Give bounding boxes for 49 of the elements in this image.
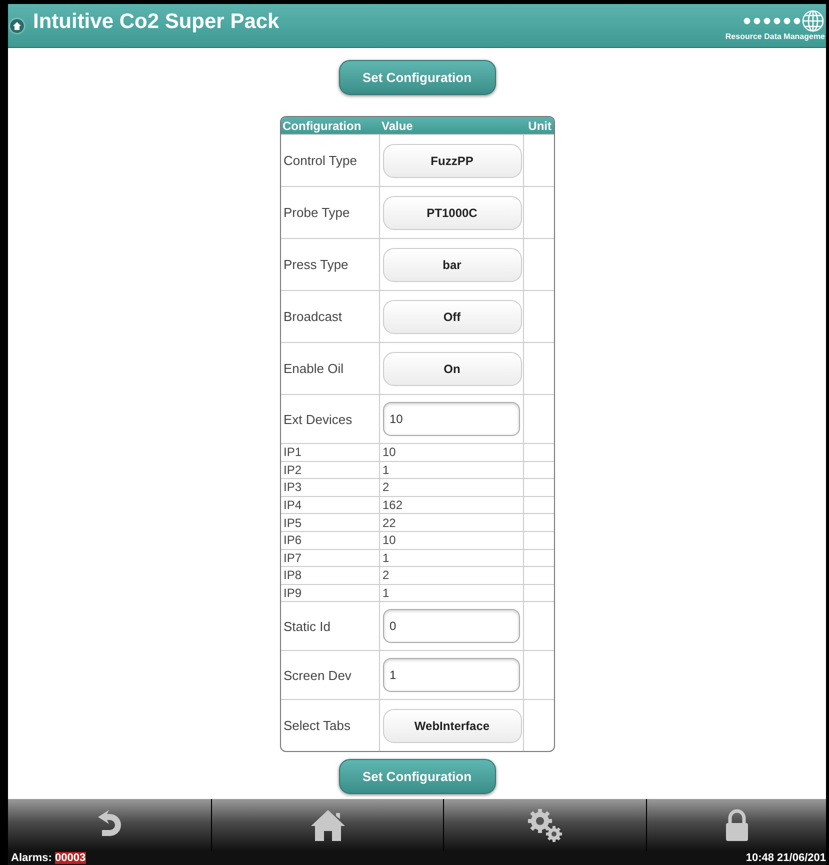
row-label: IP2 — [284, 462, 302, 478]
app-title: Intuitive Co2 Super Pack — [33, 10, 280, 34]
row-label: Screen Dev — [284, 668, 352, 683]
row-label: IP7 — [284, 550, 302, 566]
value-button[interactable]: WebInterface — [382, 708, 522, 743]
alarms-label: Alarms: — [11, 852, 52, 864]
row-label: IP9 — [284, 585, 302, 602]
value-text: 10 — [382, 444, 396, 460]
date-time: 10:48 21/06/201 — [746, 852, 826, 864]
row-label: IP4 — [284, 497, 302, 514]
row-label: Enable Oil — [284, 361, 344, 376]
gears-icon[interactable] — [526, 807, 564, 843]
row-label: IP1 — [284, 444, 302, 460]
row-label: Select Tabs — [284, 718, 350, 734]
row-label: Probe Type — [284, 205, 350, 220]
row-label: IP3 — [284, 479, 302, 496]
row-label: IP6 — [284, 532, 302, 548]
input-field[interactable]: 0 — [382, 609, 520, 644]
value-button[interactable]: Off — [382, 300, 522, 334]
row-label: Control Type — [284, 153, 357, 168]
input-field[interactable]: 10 — [382, 402, 520, 436]
row-label: Static Id — [284, 618, 330, 634]
row-label: Ext Devices — [284, 412, 352, 426]
row-label: IP5 — [284, 514, 302, 531]
value-button[interactable]: On — [382, 352, 522, 386]
lock-icon[interactable] — [724, 808, 750, 842]
value-text: 162 — [382, 497, 403, 514]
value-text: 1 — [382, 462, 390, 478]
input-field[interactable]: 1 — [382, 658, 520, 692]
column-header: Value — [380, 118, 414, 132]
home-icon[interactable] — [10, 18, 24, 32]
alarm-count: 00003 — [54, 852, 86, 864]
value-text: 10 — [382, 532, 396, 548]
value-text: 1 — [382, 550, 390, 566]
value-button[interactable]: PT1000C — [382, 196, 522, 230]
column-header: Configuration — [282, 118, 362, 132]
column-header: Unit — [527, 118, 552, 132]
logo-text: Resource Data Manageme — [725, 32, 825, 41]
value-button[interactable]: FuzzPP — [382, 144, 522, 178]
row-label: IP8 — [284, 567, 302, 584]
row-label: Broadcast — [284, 309, 342, 324]
value-text: 2 — [382, 479, 390, 496]
dots-globe-logo-icon — [741, 10, 825, 32]
home-icon[interactable] — [308, 808, 346, 842]
row-label: Press Type — [284, 257, 348, 272]
value-text: 1 — [382, 585, 390, 602]
value-button[interactable]: bar — [382, 248, 522, 282]
value-text: 22 — [382, 514, 396, 531]
value-text: 2 — [382, 567, 390, 584]
